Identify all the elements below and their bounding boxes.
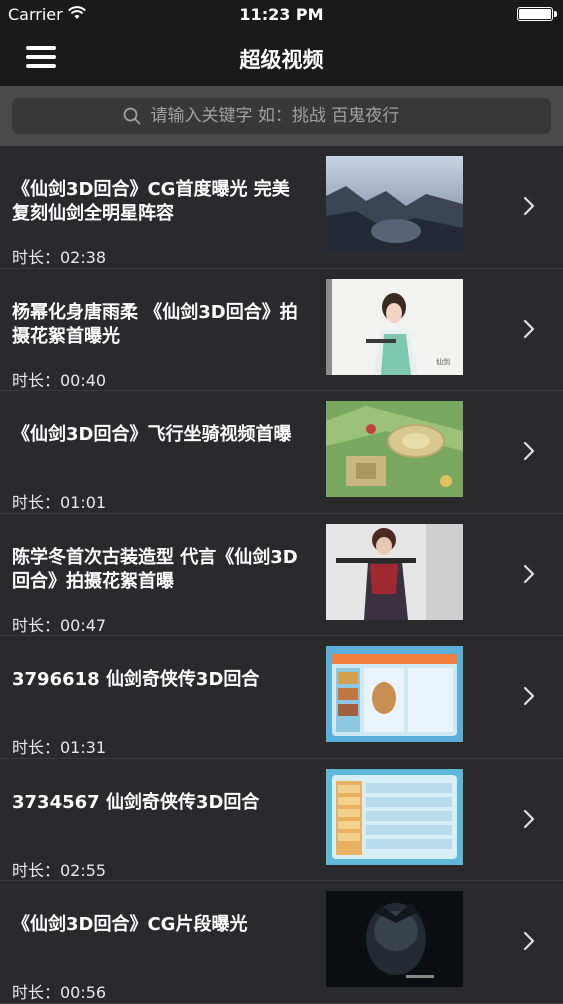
- video-thumbnail: [326, 768, 463, 865]
- chevron-right-icon: [523, 564, 535, 583]
- list-item[interactable]: 《仙剑3D回合》CG片段曝光 时长：00:56: [0, 881, 563, 1004]
- video-duration: 时长：01:01: [12, 493, 107, 512]
- chevron-right-icon: [523, 686, 535, 706]
- search-area: [0, 86, 563, 146]
- video-duration: 时长：02:55: [12, 860, 107, 880]
- list-item[interactable]: 3734567 仙剑奇侠传3D回合 时长：02:55: [0, 759, 563, 881]
- video-duration: 时长：00:47: [12, 615, 107, 635]
- video-thumbnail: [326, 891, 463, 987]
- video-thumbnail: [326, 646, 463, 742]
- video-duration: 时长：00:40: [12, 370, 107, 390]
- search-input[interactable]: [150, 106, 441, 126]
- video-title: 陈学冬首次古装造型 代言《仙剑3D回合》拍摄花絮首曝: [12, 546, 298, 592]
- video-thumbnail: [326, 523, 463, 620]
- list-item[interactable]: 《仙剑3D回合》CG首度曝光 完美复刻仙剑全明星阵容 时长：02:38: [0, 146, 563, 269]
- chevron-right-icon: [523, 809, 535, 828]
- status-bar: Carrier 11:23 PM: [0, 0, 563, 30]
- video-title: 《仙剑3D回合》CG首度曝光 完美复刻仙剑全明星阵容: [12, 179, 290, 224]
- list-item[interactable]: 3796618 仙剑奇侠传3D回合 时长：01:31: [0, 636, 563, 759]
- video-title: 《仙剑3D回合》飞行坐骑视频首曝: [12, 424, 292, 445]
- video-thumbnail: 仙剑: [326, 278, 463, 375]
- video-title: 《仙剑3D回合》CG片段曝光: [12, 914, 248, 935]
- search-box[interactable]: [12, 98, 551, 134]
- search-icon: [123, 107, 140, 125]
- svg-text:仙剑: 仙剑: [436, 357, 450, 366]
- chevron-right-icon: [523, 319, 535, 338]
- video-title: 3734567 仙剑奇侠传3D回合: [12, 791, 260, 813]
- chevron-right-icon: [523, 196, 535, 216]
- chevron-right-icon: [523, 931, 535, 951]
- list-item[interactable]: 杨幂化身唐雨柔 《仙剑3D回合》拍摄花絮首曝光 时长：00:40 仙剑: [0, 269, 563, 391]
- video-title: 杨幂化身唐雨柔 《仙剑3D回合》拍摄花絮首曝光: [12, 301, 298, 347]
- video-duration: 时长：00:56: [12, 983, 107, 1002]
- list-item[interactable]: 《仙剑3D回合》飞行坐骑视频首曝 时长：01:01: [0, 391, 563, 514]
- battery-icon: [517, 7, 557, 21]
- clock: 11:23 PM: [239, 5, 324, 24]
- video-thumbnail: [326, 156, 463, 252]
- video-list: 《仙剑3D回合》CG首度曝光 完美复刻仙剑全明星阵容 时长：02:38 杨幂化身…: [0, 146, 563, 1004]
- video-thumbnail: [326, 401, 463, 497]
- chevron-right-icon: [523, 441, 535, 461]
- page-title: 超级视频: [239, 48, 324, 72]
- video-duration: 时长：02:38: [12, 248, 107, 267]
- list-item[interactable]: 陈学冬首次古装造型 代言《仙剑3D回合》拍摄花絮首曝 时长：00:47: [0, 514, 563, 636]
- video-title: 3796618 仙剑奇侠传3D回合: [12, 669, 260, 690]
- navigation-bar: 超级视频: [0, 30, 563, 86]
- video-duration: 时长：01:31: [12, 738, 107, 757]
